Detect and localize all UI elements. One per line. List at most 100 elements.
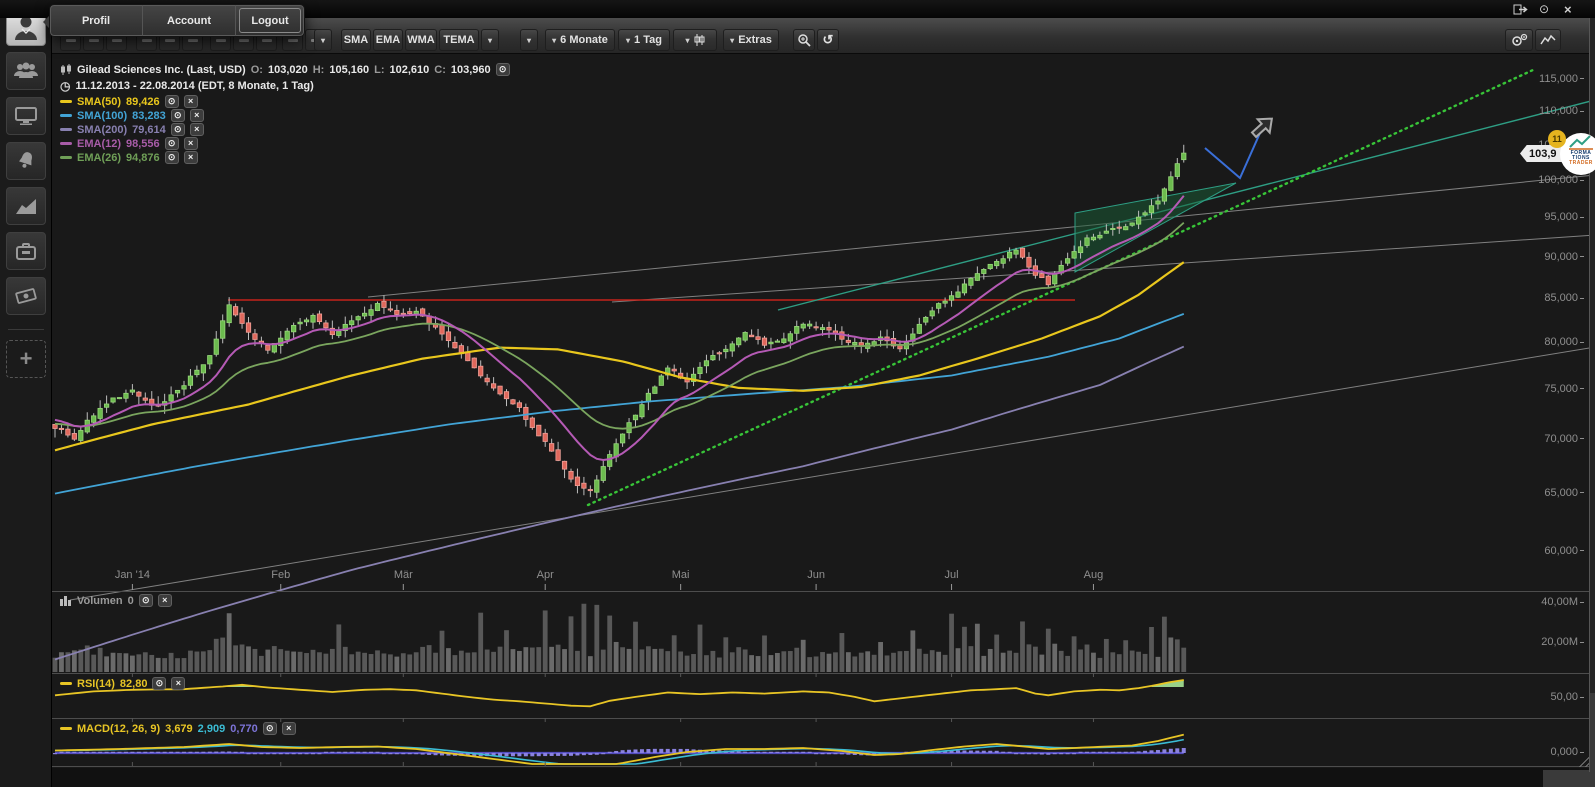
wma-button[interactable]: WMA bbox=[405, 29, 437, 51]
chart-mode-button[interactable] bbox=[1535, 29, 1561, 51]
ema-button[interactable]: EMA bbox=[373, 29, 403, 51]
indicator-remove-button[interactable]: × bbox=[190, 109, 204, 122]
sidebar-item-portfolio[interactable] bbox=[6, 232, 46, 270]
macd-signal-value: 2,909 bbox=[198, 723, 226, 735]
volume-label: Volumen bbox=[77, 595, 123, 607]
window-corner bbox=[1543, 770, 1595, 787]
sidebar-item-analysis[interactable] bbox=[6, 187, 46, 225]
volume-value: 0 bbox=[128, 595, 134, 607]
indicator-settings-button[interactable]: ⊙ bbox=[165, 151, 179, 164]
macd-remove-button[interactable]: × bbox=[282, 722, 296, 735]
macd-label: MACD(12, 26, 9) bbox=[77, 723, 160, 735]
chart-canvas[interactable] bbox=[52, 54, 1590, 768]
sma200-swatch bbox=[60, 128, 72, 131]
rsi-swatch bbox=[60, 682, 72, 685]
undo-button[interactable]: ↺ bbox=[817, 29, 839, 51]
indicator-settings-button[interactable]: ⊙ bbox=[171, 123, 185, 136]
close-label: C: bbox=[434, 64, 446, 76]
candlestick-icon bbox=[60, 64, 72, 76]
indicator-settings-button[interactable]: ⊙ bbox=[165, 137, 179, 150]
interval-dropdown[interactable]: ▾1 Tag bbox=[618, 29, 670, 51]
magnifier-icon bbox=[797, 33, 811, 47]
trading-app-window: { "window": { "controls": ["export", "re… bbox=[0, 0, 1595, 787]
date-range: 11.12.2013 - 22.08.2014 (EDT, 8 Monate, … bbox=[75, 80, 313, 92]
chart-type-dropdown[interactable]: ▾ bbox=[673, 29, 717, 51]
tema-button[interactable]: TEMA bbox=[439, 29, 479, 51]
macd-value: 3,679 bbox=[165, 723, 193, 735]
instrument-title: Gilead Sciences Inc. (Last, USD) bbox=[77, 64, 246, 76]
volume-settings-button[interactable]: ⊙ bbox=[139, 594, 153, 607]
indicator-label: EMA(26) bbox=[77, 152, 121, 164]
sidebar-item-billing[interactable] bbox=[6, 277, 46, 315]
indicator-value: 79,614 bbox=[132, 124, 166, 136]
period-dropdown[interactable]: ▾6 Monate bbox=[545, 29, 615, 51]
sidebar-divider bbox=[8, 329, 44, 330]
legend-row-ema12: EMA(12) 98,556 ⊙ × bbox=[60, 137, 198, 150]
legend-row-sma200: SMA(200) 79,614 ⊙ × bbox=[60, 123, 204, 136]
indicator-value: 94,876 bbox=[126, 152, 160, 164]
sma-button[interactable]: SMA bbox=[341, 29, 371, 51]
price-chart-svg[interactable] bbox=[52, 54, 1590, 768]
indicator-label: SMA(100) bbox=[77, 110, 127, 122]
volume-panel-row: Volumen 0 ⊙ × bbox=[60, 594, 172, 607]
more-dropdown-button[interactable]: ▾ bbox=[520, 29, 538, 51]
low-label: L: bbox=[374, 64, 384, 76]
export-icon bbox=[1513, 3, 1528, 16]
indicator-settings-button[interactable]: ⊙ bbox=[165, 95, 179, 108]
window-edge bbox=[1590, 693, 1595, 787]
user-menu-popup: Profil Account Logout bbox=[49, 4, 305, 37]
high-label: H: bbox=[313, 64, 325, 76]
area-chart-icon bbox=[15, 198, 37, 215]
chart-settings-button[interactable] bbox=[1505, 29, 1533, 51]
close-window-button[interactable]: × bbox=[1564, 2, 1572, 16]
last-price-value: 103,9 bbox=[1529, 148, 1557, 160]
macd-settings-button[interactable]: ⊙ bbox=[263, 722, 277, 735]
indicator-remove-button[interactable]: × bbox=[184, 137, 198, 150]
rsi-remove-button[interactable]: × bbox=[171, 677, 185, 690]
indicator-remove-button[interactable]: × bbox=[190, 123, 204, 136]
instrument-settings-button[interactable]: ⊙ bbox=[496, 63, 510, 76]
tools-dropdown-button[interactable]: ▾ bbox=[314, 29, 332, 51]
menu-item-account[interactable]: Account bbox=[143, 5, 236, 36]
date-range-row: ◷ 11.12.2013 - 22.08.2014 (EDT, 8 Monate… bbox=[60, 79, 314, 93]
sidebar-item-community[interactable] bbox=[6, 52, 46, 90]
close-value: 103,960 bbox=[451, 64, 491, 76]
indicator-remove-button[interactable]: × bbox=[184, 95, 198, 108]
app-sidebar: + bbox=[0, 0, 52, 787]
sma100-swatch bbox=[60, 114, 72, 117]
instrument-legend-row: Gilead Sciences Inc. (Last, USD) O: 103,… bbox=[60, 63, 510, 76]
rsi-settings-button[interactable]: ⊙ bbox=[152, 677, 166, 690]
notification-badge[interactable]: 11 bbox=[1548, 130, 1566, 148]
indicator-value: 83,283 bbox=[132, 110, 166, 122]
record-window-button[interactable]: ⊙ bbox=[1539, 2, 1549, 16]
export-window-button[interactable] bbox=[1513, 2, 1528, 16]
chart-right-border bbox=[1589, 18, 1590, 772]
indicator-remove-button[interactable]: × bbox=[184, 151, 198, 164]
indicator-label: SMA(200) bbox=[77, 124, 127, 136]
extras-dropdown[interactable]: ▾Extras bbox=[723, 29, 779, 51]
indicator-value: 98,556 bbox=[126, 138, 160, 150]
menu-item-profil[interactable]: Profil bbox=[50, 5, 143, 36]
indicator-settings-button[interactable]: ⊙ bbox=[171, 109, 185, 122]
legend-row-sma50: SMA(50) 89,426 ⊙ × bbox=[60, 95, 198, 108]
line-chart-icon bbox=[1540, 34, 1556, 46]
open-label: O: bbox=[251, 64, 263, 76]
volume-bars-icon bbox=[60, 595, 72, 606]
legend-row-sma100: SMA(100) 83,283 ⊙ × bbox=[60, 109, 204, 122]
indicator-dropdown-button[interactable]: ▾ bbox=[481, 29, 499, 51]
logo-text: TRADER bbox=[1560, 161, 1595, 166]
ema12-swatch bbox=[60, 142, 72, 145]
zoom-button[interactable] bbox=[793, 29, 815, 51]
add-widget-button[interactable]: + bbox=[6, 340, 46, 378]
sidebar-item-alerts[interactable] bbox=[6, 142, 46, 180]
rsi-label: RSI(14) bbox=[77, 678, 115, 690]
sidebar-item-screens[interactable] bbox=[6, 97, 46, 135]
banknote-icon bbox=[15, 287, 37, 305]
ema26-swatch bbox=[60, 156, 72, 159]
menu-item-logout[interactable]: Logout bbox=[239, 8, 301, 33]
macd-panel-row: MACD(12, 26, 9) 3,679 2,909 0,770 ⊙ × bbox=[60, 722, 296, 735]
indicator-label: SMA(50) bbox=[77, 96, 121, 108]
bottom-strip bbox=[52, 768, 1590, 787]
volume-remove-button[interactable]: × bbox=[158, 594, 172, 607]
sma50-swatch bbox=[60, 100, 72, 103]
